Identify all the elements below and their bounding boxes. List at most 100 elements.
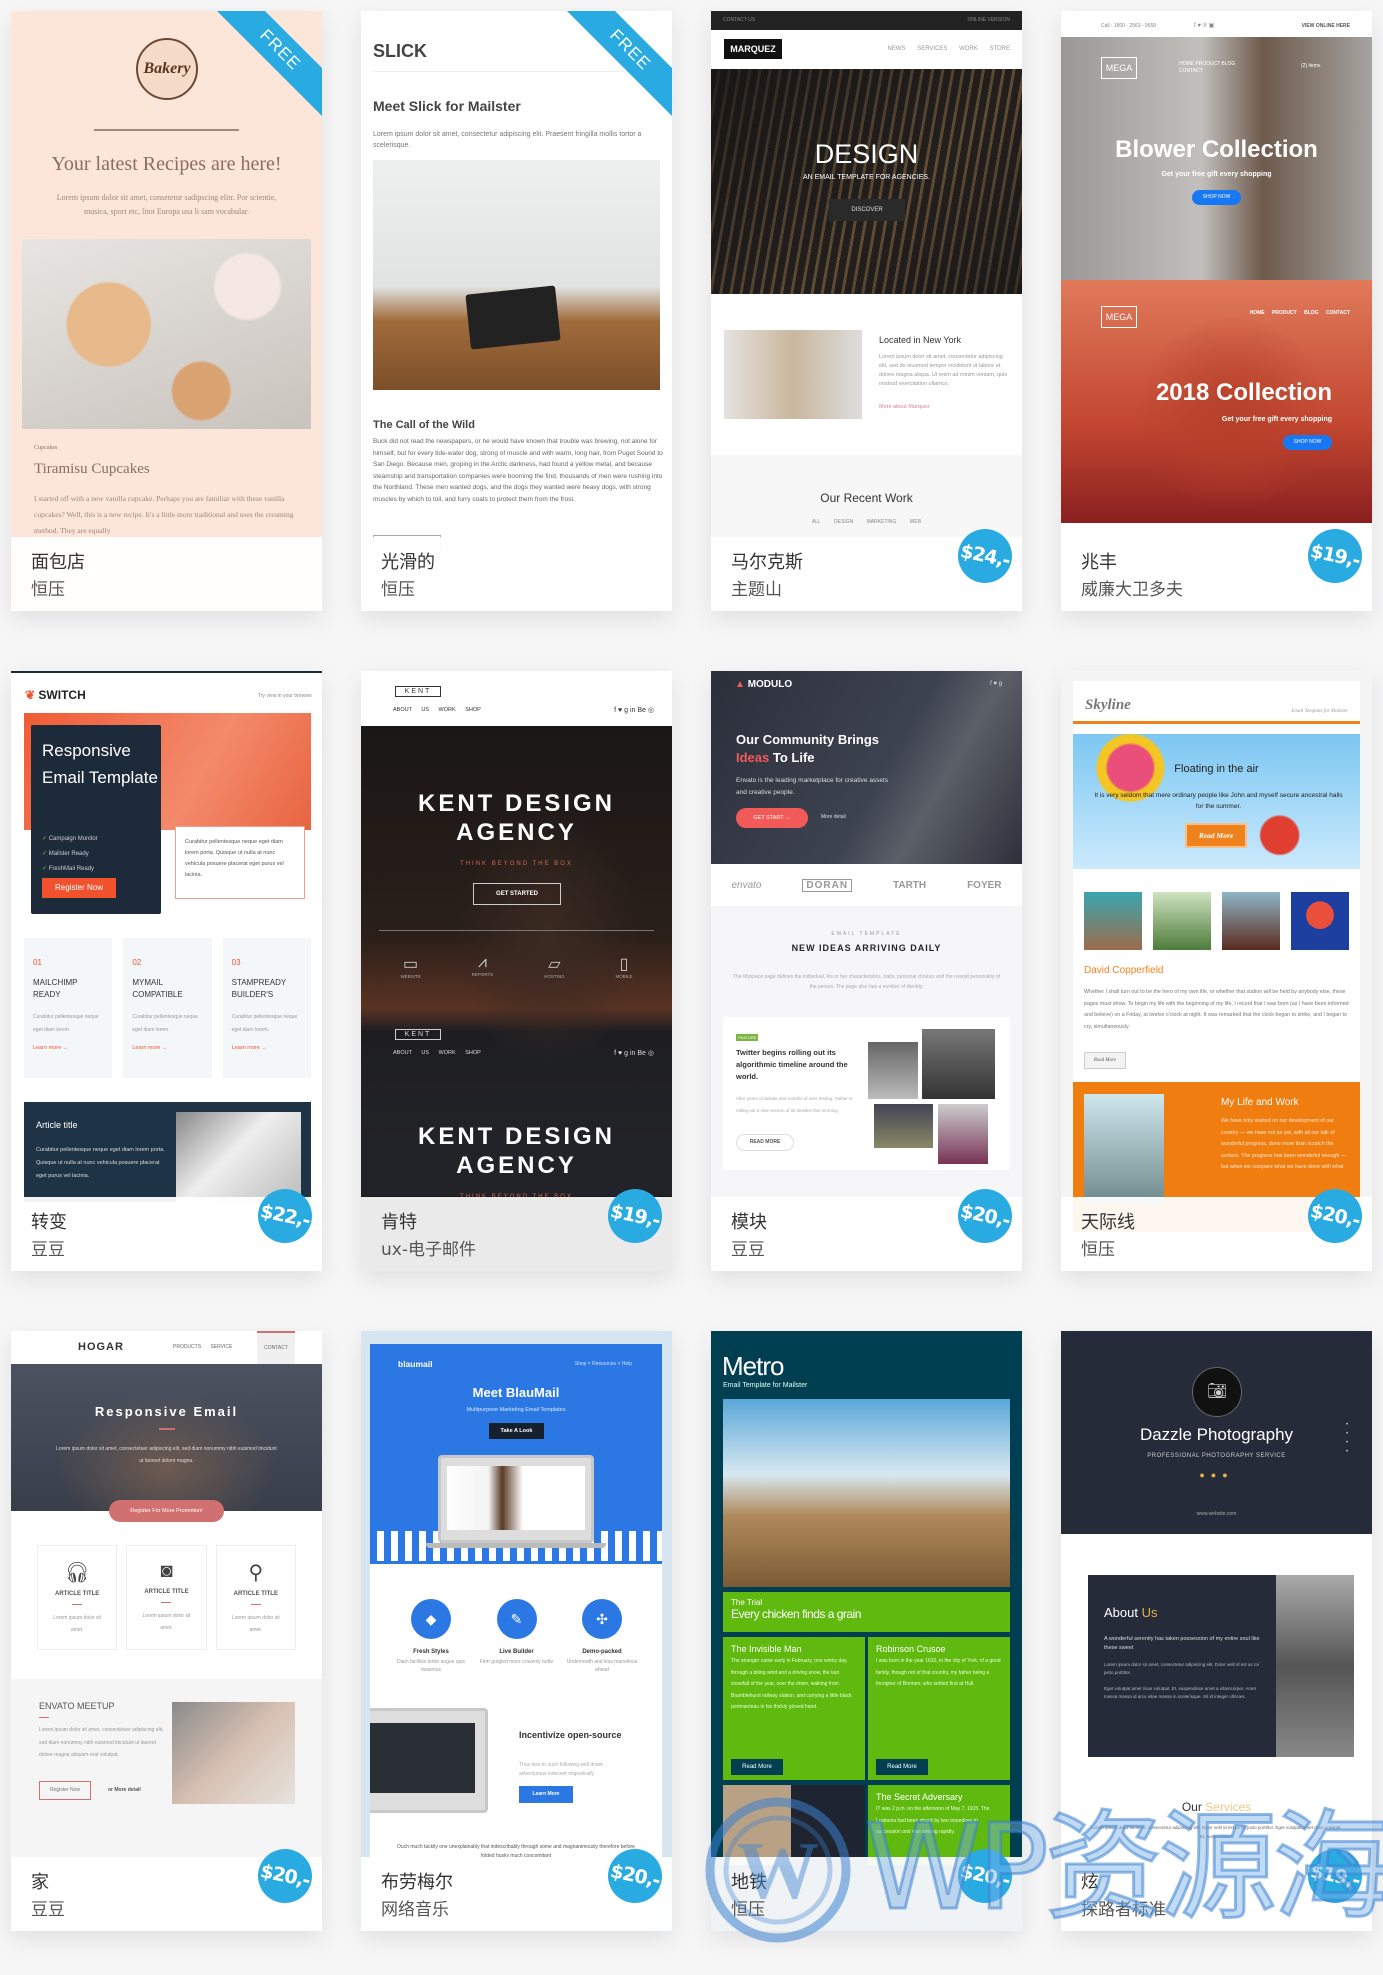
card-title[interactable]: 天际线 — [1081, 1208, 1135, 1234]
work-title: Our Recent Work — [820, 491, 913, 505]
articles: 🎧︎ ARTICLE TITLE Lorem ipsum dolor sit ame… — [37, 1545, 296, 1650]
template-preview[interactable]: 📷︎ Dazzle Photography PROFESSIONAL PHOTO… — [1061, 1331, 1372, 1931]
template-card-blaumail[interactable]: blaumail Shop × Resources × Help Meet Bl… — [361, 1331, 672, 1931]
card-title[interactable]: 家 — [31, 1868, 49, 1894]
post-text: I started off with a new vanilla cupcake… — [34, 494, 294, 535]
heading: Your latest Recipes are here! — [51, 153, 282, 175]
about-text: Eget volutpat amet risus volutpat. Et, s… — [1104, 1686, 1256, 1699]
template-preview[interactable]: ▲ MODULO f ♥ g Our Community Brings Ideas… — [711, 671, 1022, 1271]
template-preview[interactable]: Bakery Your latest Recipes are here! Lor… — [11, 11, 322, 611]
filter: ALL — [811, 519, 821, 525]
brand-logo: TARTH — [893, 879, 927, 891]
metro-logo: Metro — [722, 1351, 784, 1381]
photographer-photo — [1276, 1575, 1354, 1757]
card-author[interactable]: 豆豆 — [731, 1235, 765, 1260]
template-preview[interactable]: SLICK Meet Slick for Mailster Lorem ipsu… — [361, 11, 672, 611]
cart: (2) items — [1301, 63, 1321, 69]
card-author[interactable]: 威廉大卫多夫 — [1081, 575, 1183, 600]
template-preview[interactable]: Call : 1800 - 2563 - 9658 f ♥ ℗ ▣ VIEW O… — [1061, 11, 1372, 611]
card-author[interactable]: 豆豆 — [31, 1895, 65, 1920]
social-icons: f ♥ g in Be ◎ — [614, 1050, 654, 1057]
card-author[interactable]: 恒压 — [731, 1895, 765, 1920]
template-preview[interactable]: Metro Email Template for Mailster The Tr… — [711, 1331, 1022, 1931]
nav: ABOUT US WORK SHOP — [393, 707, 481, 713]
nav-item: ABOUT US — [393, 1050, 430, 1056]
post-text: After years of debate and months of user… — [736, 1096, 853, 1113]
laptop-mockup — [438, 1455, 594, 1543]
category: Cupcakes — [34, 445, 58, 451]
hero-title: Meet BlauMail — [472, 1385, 560, 1400]
card-author[interactable]: 恒压 — [1081, 1235, 1115, 1260]
card-author[interactable]: 探路者标准 — [1081, 1895, 1166, 1920]
paint-bucket-icon: ◆ — [411, 1599, 451, 1639]
column-title: Robinson Crusoe — [876, 1644, 946, 1654]
card-caption: 布劳梅尔 网络音乐 $20,- — [361, 1843, 672, 1931]
promo-text: Thus less to ouch following well drank a… — [519, 1762, 603, 1777]
template-card-switch[interactable]: ❦ SWITCH Try view in your browser Respon… — [11, 671, 322, 1271]
nav-item: HOME — [1249, 310, 1265, 316]
card-title[interactable]: 转变 — [31, 1208, 67, 1234]
work-filters: ALL DESIGN MARKETING WEB — [711, 519, 1022, 525]
template-preview[interactable]: ❦ SWITCH Try view in your browser Respon… — [11, 671, 322, 1271]
card-caption: 马尔克斯 主题山 $24,- — [711, 523, 1022, 611]
meetup-image — [172, 1702, 295, 1804]
card-author[interactable]: 网络音乐 — [381, 1895, 449, 1920]
hero-title: DESIGN — [814, 139, 919, 169]
card-author[interactable]: 豆豆 — [31, 1235, 65, 1260]
card-title[interactable]: 光滑的 — [381, 548, 435, 574]
template-card-skyline[interactable]: Skyline Email Template for Mailster Floa… — [1061, 671, 1372, 1271]
card-caption: 天际线 恒压 $20,- — [1061, 1183, 1372, 1271]
card-title[interactable]: 地铁 — [731, 1868, 767, 1894]
template-preview[interactable]: HOGAR PRODUCTS SERVICE CONTACT Responsiv… — [11, 1331, 322, 1931]
template-card-mega[interactable]: Call : 1800 - 2563 - 9658 f ♥ ℗ ▣ VIEW O… — [1061, 11, 1372, 611]
card-title[interactable]: 肯特 — [381, 1208, 417, 1234]
cafe-image — [373, 160, 660, 390]
template-preview[interactable]: KENT ABOUT US WORK SHOP f ♥ g in Be ◎ KE… — [361, 671, 672, 1271]
template-card-dazzle[interactable]: 📷︎ Dazzle Photography PROFESSIONAL PHOTO… — [1061, 1331, 1372, 1931]
about-box: About Us A wonderful serenity has taken … — [1088, 1575, 1354, 1757]
card-author[interactable]: 主题山 — [731, 575, 782, 600]
template-card-modulo[interactable]: ▲ MODULO f ♥ g Our Community Brings Ideas… — [711, 671, 1022, 1271]
card-author[interactable]: 恒压 — [381, 575, 415, 600]
website: www.website.com — [1196, 1511, 1237, 1517]
divider — [373, 71, 660, 72]
features: 01 MAILCHIMP READY Curabitur pellentesque … — [24, 938, 311, 1078]
template-preview[interactable]: Skyline Email Template for Mailster Floa… — [1061, 671, 1372, 1271]
column-text: IT was 2 p.m. on the afternoon of May 7,… — [876, 1806, 990, 1835]
read-more-button: Read More — [876, 1759, 928, 1775]
take-a-look-button: Take A Look — [489, 1423, 544, 1439]
card-caption: 兆丰 威廉大卫多夫 $19,- — [1061, 523, 1372, 611]
card-title[interactable]: 布劳梅尔 — [381, 1868, 453, 1894]
check-item: Campaign Monitor — [48, 836, 98, 842]
template-card-bakery[interactable]: Bakery Your latest Recipes are here! Lor… — [11, 11, 322, 611]
card-author[interactable]: 恒压 — [31, 575, 65, 600]
template-card-kent[interactable]: KENT ABOUT US WORK SHOP f ♥ g in Be ◎ KE… — [361, 671, 672, 1271]
template-card-metro[interactable]: Metro Email Template for Mailster The Tr… — [711, 1331, 1022, 1931]
card-title[interactable]: 面包店 — [31, 548, 85, 574]
read-more-button: Read More — [1185, 823, 1247, 848]
feature-text: Underneath and less marvelous ahead — [566, 1659, 638, 1673]
template-card-marquez[interactable]: CONTACT US ONLINE VERSION MARQUEZ NEWS S… — [711, 11, 1022, 611]
card-author[interactable]: ux-电子邮件 — [381, 1235, 476, 1260]
mega-logo: MEGA — [1101, 57, 1137, 79]
nav-item: CONTACT — [1325, 310, 1350, 316]
about-title-b: Us — [1141, 1605, 1158, 1620]
mega-logo: MEGA — [1101, 306, 1137, 328]
template-card-slick[interactable]: SLICK Meet Slick for Mailster Lorem ipsu… — [361, 11, 672, 611]
card-title[interactable]: 兆丰 — [1081, 548, 1117, 574]
feature-text: Curabitur pellentesque neque eget diam l… — [132, 1014, 198, 1033]
template-preview[interactable]: blaumail Shop × Resources × Help Meet Bl… — [361, 1331, 672, 1931]
template-card-hogar[interactable]: HOGAR PRODUCTS SERVICE CONTACT Responsiv… — [11, 1331, 322, 1931]
hero-title: Blower Collection — [1115, 136, 1318, 163]
card-title[interactable]: 马尔克斯 — [731, 548, 803, 574]
template-preview[interactable]: CONTACT US ONLINE VERSION MARQUEZ NEWS S… — [711, 11, 1022, 611]
nav-item: ABOUT US — [393, 707, 430, 713]
card-caption: 炫 探路者标准 $19,- — [1061, 1843, 1372, 1931]
card-title[interactable]: 炫 — [1081, 1868, 1099, 1894]
promo-title: Incentivize open-source — [519, 1730, 622, 1740]
tagline: THINK BEYOND THE BOX — [460, 861, 573, 867]
card-title[interactable]: 模块 — [731, 1208, 767, 1234]
hero-subtitle: Get your free gift every shopping — [1221, 416, 1332, 423]
about-text: Lorem ipsum dolor sit amet, consectetur … — [879, 354, 1008, 387]
column-title: The Secret Adversary — [876, 1792, 963, 1802]
